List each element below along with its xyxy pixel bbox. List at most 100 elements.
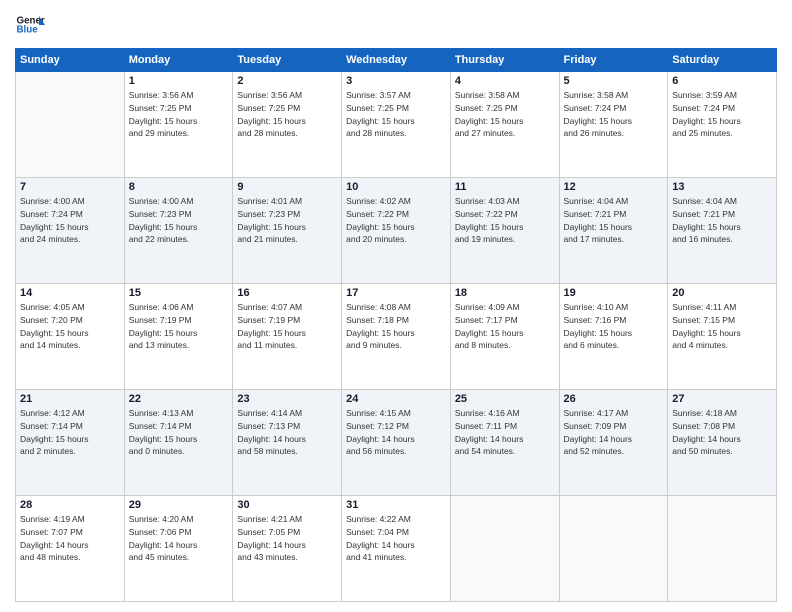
day-cell: 17Sunrise: 4:08 AMSunset: 7:18 PMDayligh… xyxy=(342,284,451,390)
day-cell: 29Sunrise: 4:20 AMSunset: 7:06 PMDayligh… xyxy=(124,496,233,602)
day-info: Sunrise: 4:04 AMSunset: 7:21 PMDaylight:… xyxy=(564,195,664,246)
day-number: 1 xyxy=(129,75,229,87)
day-info: Sunrise: 4:04 AMSunset: 7:21 PMDaylight:… xyxy=(672,195,772,246)
weekday-header-friday: Friday xyxy=(559,49,668,72)
day-number: 18 xyxy=(455,287,555,299)
day-number: 12 xyxy=(564,181,664,193)
day-cell xyxy=(450,496,559,602)
day-number: 15 xyxy=(129,287,229,299)
day-cell: 21Sunrise: 4:12 AMSunset: 7:14 PMDayligh… xyxy=(16,390,125,496)
day-info: Sunrise: 4:09 AMSunset: 7:17 PMDaylight:… xyxy=(455,301,555,352)
day-cell: 25Sunrise: 4:16 AMSunset: 7:11 PMDayligh… xyxy=(450,390,559,496)
day-number: 10 xyxy=(346,181,446,193)
day-info: Sunrise: 4:17 AMSunset: 7:09 PMDaylight:… xyxy=(564,407,664,458)
day-number: 23 xyxy=(237,393,337,405)
week-row-5: 28Sunrise: 4:19 AMSunset: 7:07 PMDayligh… xyxy=(16,496,777,602)
weekday-header-monday: Monday xyxy=(124,49,233,72)
day-number: 6 xyxy=(672,75,772,87)
day-info: Sunrise: 4:11 AMSunset: 7:15 PMDaylight:… xyxy=(672,301,772,352)
weekday-header-sunday: Sunday xyxy=(16,49,125,72)
day-cell: 23 Sunrise: 4:14 AMSunset: 7:13 PMDayligh… xyxy=(233,390,342,496)
day-cell: 18 Sunrise: 4:09 AMSunset: 7:17 PMDayligh… xyxy=(450,284,559,390)
day-cell: 10Sunrise: 4:02 AMSunset: 7:22 PMDayligh… xyxy=(342,178,451,284)
day-cell: 22 Sunrise: 4:13 AMSunset: 7:14 PMDayligh… xyxy=(124,390,233,496)
day-number: 26 xyxy=(564,393,664,405)
day-info: Sunrise: 4:13 AMSunset: 7:14 PMDaylight:… xyxy=(129,407,229,458)
day-info: Sunrise: 3:57 AMSunset: 7:25 PMDaylight:… xyxy=(346,89,446,140)
day-info: Sunrise: 4:14 AMSunset: 7:13 PMDaylight:… xyxy=(237,407,337,458)
day-cell: 8 Sunrise: 4:00 AMSunset: 7:23 PMDaylight… xyxy=(124,178,233,284)
day-cell: 2 Sunrise: 3:56 AMSunset: 7:25 PMDaylight… xyxy=(233,72,342,178)
day-cell: 13 Sunrise: 4:04 AMSunset: 7:21 PMDayligh… xyxy=(668,178,777,284)
day-number: 3 xyxy=(346,75,446,87)
day-number: 27 xyxy=(672,393,772,405)
day-cell: 31 Sunrise: 4:22 AMSunset: 7:04 PMDayligh… xyxy=(342,496,451,602)
day-info: Sunrise: 3:59 AMSunset: 7:24 PMDaylight:… xyxy=(672,89,772,140)
day-number: 14 xyxy=(20,287,120,299)
day-info: Sunrise: 3:58 AMSunset: 7:25 PMDaylight:… xyxy=(455,89,555,140)
day-number: 22 xyxy=(129,393,229,405)
day-cell: 1Sunrise: 3:56 AMSunset: 7:25 PMDaylight… xyxy=(124,72,233,178)
day-number: 16 xyxy=(237,287,337,299)
week-row-4: 21Sunrise: 4:12 AMSunset: 7:14 PMDayligh… xyxy=(16,390,777,496)
day-cell xyxy=(668,496,777,602)
day-info: Sunrise: 4:18 AMSunset: 7:08 PMDaylight:… xyxy=(672,407,772,458)
day-number: 29 xyxy=(129,499,229,511)
day-cell: 19Sunrise: 4:10 AMSunset: 7:16 PMDayligh… xyxy=(559,284,668,390)
day-cell: 12 Sunrise: 4:04 AMSunset: 7:21 PMDayligh… xyxy=(559,178,668,284)
day-number: 11 xyxy=(455,181,555,193)
day-cell: 5Sunrise: 3:58 AMSunset: 7:24 PMDaylight… xyxy=(559,72,668,178)
day-cell: 16 Sunrise: 4:07 AMSunset: 7:19 PMDayligh… xyxy=(233,284,342,390)
day-number: 7 xyxy=(20,181,120,193)
day-number: 5 xyxy=(564,75,664,87)
day-info: Sunrise: 4:21 AMSunset: 7:05 PMDaylight:… xyxy=(237,513,337,564)
week-row-1: 1 Sunrise: 3:56 AMSunset: 7:25 PMDaylight… xyxy=(16,72,777,178)
day-number: 9 xyxy=(237,181,337,193)
day-cell xyxy=(559,496,668,602)
day-info: Sunrise: 4:06 AMSunset: 7:19 PMDaylight:… xyxy=(129,301,229,352)
day-number: 13 xyxy=(672,181,772,193)
day-number: 28 xyxy=(20,499,120,511)
day-info: Sunrise: 4:08 AMSunset: 7:18 PMDaylight:… xyxy=(346,301,446,352)
logo-icon: General Blue xyxy=(15,10,45,40)
day-info: Sunrise: 4:16 AMSunset: 7:11 PMDaylight:… xyxy=(455,407,555,458)
week-row-3: 14 Sunrise: 4:05 AMSunset: 7:20 PMDayligh… xyxy=(16,284,777,390)
day-number: 2 xyxy=(237,75,337,87)
day-cell: 6 Sunrise: 3:59 AMSunset: 7:24 PMDaylight… xyxy=(668,72,777,178)
day-cell: 7 Sunrise: 4:00 AMSunset: 7:24 PMDaylight… xyxy=(16,178,125,284)
day-cell: 24Sunrise: 4:15 AMSunset: 7:12 PMDayligh… xyxy=(342,390,451,496)
day-cell: 26 Sunrise: 4:17 AMSunset: 7:09 PMDayligh… xyxy=(559,390,668,496)
day-cell: 14 Sunrise: 4:05 AMSunset: 7:20 PMDayligh… xyxy=(16,284,125,390)
day-info: Sunrise: 4:07 AMSunset: 7:19 PMDaylight:… xyxy=(237,301,337,352)
day-info: Sunrise: 4:03 AMSunset: 7:22 PMDaylight:… xyxy=(455,195,555,246)
day-info: Sunrise: 4:05 AMSunset: 7:20 PMDaylight:… xyxy=(20,301,120,352)
day-cell: 15 Sunrise: 4:06 AMSunset: 7:19 PMDayligh… xyxy=(124,284,233,390)
logo: General Blue xyxy=(15,10,45,40)
weekday-header-wednesday: Wednesday xyxy=(342,49,451,72)
day-info: Sunrise: 4:22 AMSunset: 7:04 PMDaylight:… xyxy=(346,513,446,564)
day-number: 30 xyxy=(237,499,337,511)
svg-text:Blue: Blue xyxy=(17,25,39,36)
day-number: 31 xyxy=(346,499,446,511)
week-row-2: 7 Sunrise: 4:00 AMSunset: 7:24 PMDaylight… xyxy=(16,178,777,284)
day-cell: 3 Sunrise: 3:57 AMSunset: 7:25 PMDaylight… xyxy=(342,72,451,178)
weekday-header-row: SundayMondayTuesdayWednesdayThursdayFrid… xyxy=(16,49,777,72)
header: General Blue xyxy=(15,10,777,40)
weekday-header-tuesday: Tuesday xyxy=(233,49,342,72)
day-info: Sunrise: 3:56 AMSunset: 7:25 PMDaylight:… xyxy=(237,89,337,140)
day-cell: 20Sunrise: 4:11 AMSunset: 7:15 PMDayligh… xyxy=(668,284,777,390)
day-cell: 28Sunrise: 4:19 AMSunset: 7:07 PMDayligh… xyxy=(16,496,125,602)
day-cell: 11 Sunrise: 4:03 AMSunset: 7:22 PMDayligh… xyxy=(450,178,559,284)
page: General Blue SundayMondayTuesdayWednesda… xyxy=(0,0,792,612)
day-info: Sunrise: 4:12 AMSunset: 7:14 PMDaylight:… xyxy=(20,407,120,458)
day-number: 8 xyxy=(129,181,229,193)
day-number: 24 xyxy=(346,393,446,405)
day-cell: 30 Sunrise: 4:21 AMSunset: 7:05 PMDayligh… xyxy=(233,496,342,602)
weekday-header-saturday: Saturday xyxy=(668,49,777,72)
day-info: Sunrise: 4:00 AMSunset: 7:23 PMDaylight:… xyxy=(129,195,229,246)
day-info: Sunrise: 4:00 AMSunset: 7:24 PMDaylight:… xyxy=(20,195,120,246)
day-cell: 27 Sunrise: 4:18 AMSunset: 7:08 PMDayligh… xyxy=(668,390,777,496)
weekday-header-thursday: Thursday xyxy=(450,49,559,72)
calendar-table: SundayMondayTuesdayWednesdayThursdayFrid… xyxy=(15,48,777,602)
day-cell xyxy=(16,72,125,178)
